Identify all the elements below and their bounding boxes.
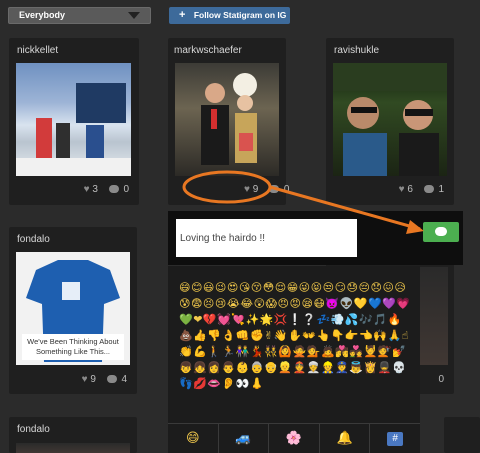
likes-count: 3 — [92, 184, 98, 195]
comments-count: 4 — [121, 374, 127, 385]
card-stats: ♥ 9 4 — [82, 374, 127, 385]
emoji-tab-travel[interactable]: 🚙 — [219, 424, 270, 453]
heart-icon[interactable]: ♥ — [84, 184, 90, 195]
likes-count: 6 — [407, 184, 413, 195]
plus-icon: + — [179, 9, 186, 21]
heart-icon[interactable]: ♥ — [244, 184, 250, 195]
card-username[interactable]: ravishukle — [334, 45, 379, 56]
chevron-down-icon — [128, 12, 140, 19]
heart-icon[interactable]: ♥ — [399, 184, 405, 195]
photo-card[interactable] — [444, 417, 480, 453]
photo-card[interactable]: fondalo — [9, 417, 137, 453]
photo[interactable] — [333, 63, 447, 176]
card-stats: 0 — [438, 374, 444, 385]
comments-count: 0 — [438, 374, 444, 385]
likes-count: 9 — [252, 184, 259, 195]
bell-icon: 🔔 — [336, 431, 353, 446]
likes-count: 9 — [90, 374, 96, 385]
emoji-tab-objects[interactable]: 🔔 — [320, 424, 371, 453]
follow-button[interactable]: + Follow Statigram on IG — [169, 7, 290, 24]
card-username[interactable]: markwschaefer — [174, 45, 242, 56]
card-username[interactable]: fondalo — [17, 234, 50, 245]
emoji-tab-smileys[interactable]: 😄 — [168, 424, 219, 453]
comment-input[interactable] — [176, 219, 357, 257]
photo-art — [16, 83, 131, 176]
flower-icon: 🌸 — [285, 431, 303, 446]
card-username[interactable]: fondalo — [17, 424, 50, 435]
photo-card[interactable]: fondalo We've Been Thinking About Someth… — [9, 227, 137, 394]
card-stats: ♥ 9 0 — [244, 184, 289, 195]
comment-popup — [168, 211, 463, 265]
photo[interactable] — [16, 443, 130, 453]
comment-icon[interactable] — [423, 185, 434, 193]
photo[interactable] — [16, 63, 131, 176]
smiley-icon: 😄 — [186, 431, 200, 446]
comments-count: 0 — [123, 184, 129, 195]
photo-card[interactable]: markwschaefer ♥ 9 0 — [168, 38, 289, 205]
comment-icon[interactable] — [108, 185, 119, 193]
emoji-tab-symbols[interactable]: # — [370, 424, 420, 453]
card-stats: ♥ 6 1 — [399, 184, 444, 195]
photo[interactable] — [175, 63, 279, 176]
hash-icon: # — [387, 431, 404, 446]
heart-icon[interactable]: ♥ — [82, 374, 88, 385]
comments-count: 0 — [283, 184, 290, 195]
comment-icon[interactable] — [106, 375, 117, 383]
photo-card[interactable]: nickkellet ♥ 3 0 — [9, 38, 139, 205]
car-icon: 🚙 — [235, 431, 252, 446]
caption-line: We've Been Thinking About — [27, 337, 119, 346]
speech-bubble-icon — [435, 227, 447, 236]
photo[interactable]: We've Been Thinking About Something Like… — [16, 252, 130, 365]
comment-icon[interactable] — [269, 185, 280, 193]
emoji-picker: 😄😊😃😉😍😘😚😳😌😁😜😝😒😏😓😔😞😖😥😰😨😣😢😭😂😲😱😠😡😪😷👿👽💛💙💜💗💚❤💔… — [168, 266, 420, 453]
comments-count: 1 — [438, 184, 444, 195]
follow-button-label: Follow Statigram on IG — [193, 10, 287, 20]
filter-value: Everybody — [19, 10, 66, 20]
caption-line: Something Like This... — [35, 347, 111, 356]
photo-art — [333, 63, 447, 176]
card-stats: ♥ 3 0 — [84, 184, 129, 195]
photo-art — [201, 73, 257, 165]
photo-caption: We've Been Thinking About Something Like… — [22, 334, 124, 360]
filter-dropdown[interactable]: Everybody — [8, 7, 151, 24]
photo[interactable] — [416, 267, 448, 365]
emoji-grid[interactable]: 😄😊😃😉😍😘😚😳😌😁😜😝😒😏😓😔😞😖😥😰😨😣😢😭😂😲😱😠😡😪😷👿👽💛💙💜💗💚❤💔… — [179, 280, 411, 392]
emoji-tab-nature[interactable]: 🌸 — [269, 424, 320, 453]
photo-card[interactable]: ravishukle ♥ 6 1 — [326, 38, 454, 205]
send-comment-button[interactable] — [423, 222, 459, 242]
emoji-category-tabs: 😄 🚙 🌸 🔔 # — [168, 423, 420, 453]
card-username[interactable]: nickkellet — [17, 45, 58, 56]
